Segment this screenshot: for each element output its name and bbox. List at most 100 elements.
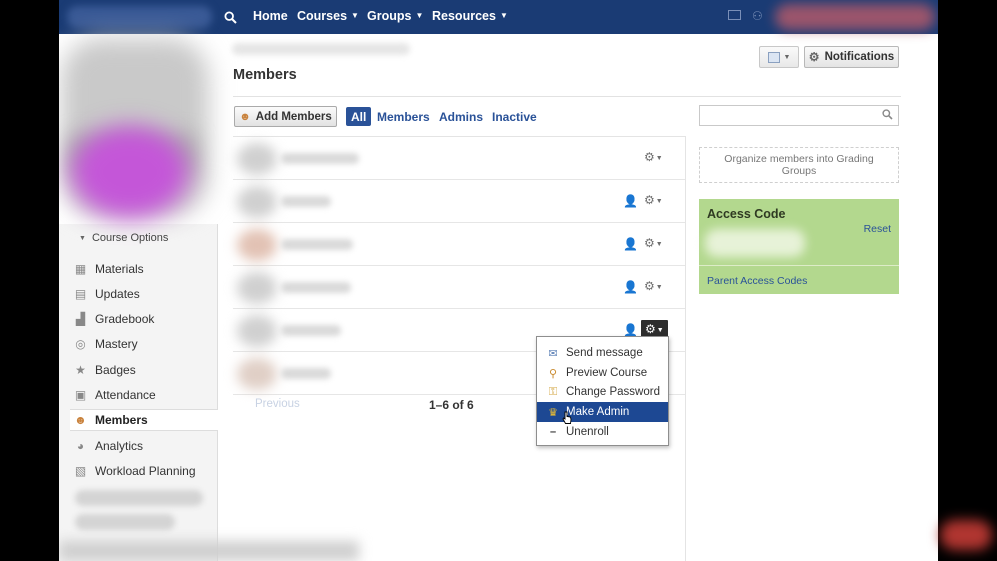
caret-down-icon: ▼ <box>79 235 86 242</box>
avatar <box>237 143 277 175</box>
sidebar-item-mastery[interactable]: ◎ Mastery <box>73 333 218 355</box>
nav-courses[interactable]: Courses ▼ <box>297 9 359 23</box>
pagination-previous[interactable]: Previous <box>255 398 300 410</box>
sidebar-item-badges[interactable]: ★ Badges <box>73 359 218 381</box>
column-divider <box>685 136 686 561</box>
add-members-button[interactable]: ☻ Add Members <box>234 106 337 127</box>
row-options-menu: ✉ Send message ⚲ Preview Course ⚿ Change Pa… <box>536 336 669 446</box>
logo-blurred <box>67 6 212 28</box>
gradebook-icon: ▟ <box>75 312 86 326</box>
member-name-blurred[interactable] <box>281 282 351 293</box>
member-search <box>699 105 899 126</box>
row-options-gear-icon[interactable]: ⚙▼ <box>644 193 663 207</box>
sidebar-item-workload-planning[interactable]: ▧ Workload Planning <box>73 460 218 482</box>
blurred-overlay <box>940 520 992 550</box>
sidebar-item-blurred[interactable] <box>75 514 175 530</box>
avatar <box>237 186 277 218</box>
tab-all[interactable]: All <box>346 107 372 126</box>
updates-icon: ▤ <box>74 287 87 301</box>
admin-badge-icon[interactable]: 👤 <box>623 237 638 251</box>
add-person-icon: ☻ <box>239 110 251 123</box>
tab-members[interactable]: Members <box>377 107 430 126</box>
workload-icon: ▧ <box>74 464 87 478</box>
sidebar-item-label: Attendance <box>95 388 156 402</box>
sidebar-item-label: Gradebook <box>95 312 155 326</box>
sidebar-item-analytics[interactable]: ◕ Analytics <box>73 435 218 457</box>
search-icon[interactable] <box>218 0 242 34</box>
member-name-blurred[interactable] <box>281 196 331 207</box>
sidebar-item-members[interactable]: ☻ Members <box>70 409 218 431</box>
chevron-down-icon: ▼ <box>499 11 508 20</box>
nav-home[interactable]: Home <box>253 9 288 23</box>
admin-badge-icon[interactable]: 👤 <box>623 280 638 294</box>
chevron-down-icon: ▼ <box>783 53 791 61</box>
course-profile-blurred <box>59 34 218 224</box>
magnifier-icon: ⚲ <box>548 367 558 380</box>
member-row[interactable]: ⚙▼ <box>233 137 685 180</box>
nav-resources[interactable]: Resources ▼ <box>432 9 508 23</box>
user-menu-blurred[interactable] <box>775 4 935 30</box>
layout-icon <box>767 51 780 63</box>
crown-icon: ♛ <box>548 406 558 419</box>
tab-inactive[interactable]: Inactive <box>492 107 537 126</box>
member-name-blurred[interactable] <box>281 239 353 250</box>
search-input[interactable] <box>700 106 876 125</box>
admin-badge-icon[interactable]: 👤 <box>623 194 638 208</box>
access-code-reset-link[interactable]: Reset <box>864 223 891 235</box>
sidebar-item-gradebook[interactable]: ▟ Gradebook <box>73 308 218 330</box>
grading-groups-dropzone[interactable]: Organize members into Grading Groups <box>699 147 899 183</box>
attendance-icon: ▣ <box>74 388 87 402</box>
top-navigation-bar: Home Courses ▼ Groups ▼ Resources ▼ ⚇ <box>59 0 938 34</box>
sidebar-item-materials[interactable]: ▦ Materials <box>73 258 218 280</box>
breadcrumb-blurred[interactable] <box>232 43 410 55</box>
avatar <box>237 315 277 347</box>
row-options-gear-icon[interactable]: ⚙▼ <box>644 279 663 293</box>
sidebar-item-label: Badges <box>95 363 136 377</box>
sidebar-item-updates[interactable]: ▤ Updates <box>73 283 218 305</box>
avatar <box>237 272 277 304</box>
page-title: Members <box>233 67 297 83</box>
member-name-blurred[interactable] <box>281 153 359 164</box>
search-icon[interactable] <box>882 109 893 123</box>
access-code-title: Access Code <box>707 207 786 221</box>
messages-icon[interactable] <box>728 10 741 20</box>
course-options-toggle[interactable]: ▼ Course Options <box>79 232 168 244</box>
sidebar-item-label: Updates <box>95 287 140 301</box>
row-options-gear-icon[interactable]: ⚙▼ <box>644 150 663 164</box>
sidebar-item-label: Mastery <box>95 337 138 351</box>
divider <box>699 265 899 266</box>
notifications-button[interactable]: ⚙ Notifications <box>804 46 899 68</box>
left-sidebar: ▼ Course Options ▦ Materials ▤ Updates ▟ Gra… <box>59 34 218 561</box>
menu-item-preview-course[interactable]: ⚲ Preview Course <box>537 363 668 383</box>
sidebar-item-label: Analytics <box>95 439 144 453</box>
member-name-blurred[interactable] <box>281 325 341 336</box>
hand-cursor-icon <box>562 411 572 424</box>
envelope-icon: ✉ <box>548 347 558 360</box>
menu-item-send-message[interactable]: ✉ Send message <box>537 343 668 363</box>
member-row[interactable]: 👤 ⚙▼ <box>233 180 685 223</box>
requests-icon[interactable]: ⚇ <box>752 9 763 23</box>
gear-icon: ⚙ <box>808 50 820 64</box>
sidebar-item-blurred[interactable] <box>75 490 203 506</box>
member-name-blurred[interactable] <box>281 368 331 379</box>
avatar <box>237 358 277 390</box>
nav-groups[interactable]: Groups ▼ <box>367 9 423 23</box>
pagination-count: 1–6 of 6 <box>429 398 474 412</box>
tab-admins[interactable]: Admins <box>439 107 483 126</box>
access-code-blurred <box>705 229 805 257</box>
member-row[interactable]: 👤 ⚙▼ <box>233 266 685 309</box>
row-options-gear-icon[interactable]: ⚙▼ <box>644 236 663 250</box>
menu-item-change-password[interactable]: ⚿ Change Password <box>537 382 668 402</box>
mastery-icon: ◎ <box>75 337 86 351</box>
view-toggle-button[interactable]: ▼ <box>759 46 799 68</box>
badges-icon: ★ <box>75 363 86 377</box>
sidebar-item-label: Workload Planning <box>95 464 196 478</box>
menu-item-unenroll[interactable]: – Unenroll <box>537 422 668 442</box>
admin-badge-icon[interactable]: 👤 <box>623 323 638 337</box>
menu-item-make-admin[interactable]: ♛ Make Admin <box>537 402 668 422</box>
members-icon: ☻ <box>74 413 87 427</box>
sidebar-item-attendance[interactable]: ▣ Attendance <box>73 384 218 406</box>
access-code-panel: Access Code Reset Parent Access Codes <box>699 199 899 294</box>
parent-access-codes-link[interactable]: Parent Access Codes <box>707 275 807 287</box>
member-row[interactable]: 👤 ⚙▼ <box>233 223 685 266</box>
